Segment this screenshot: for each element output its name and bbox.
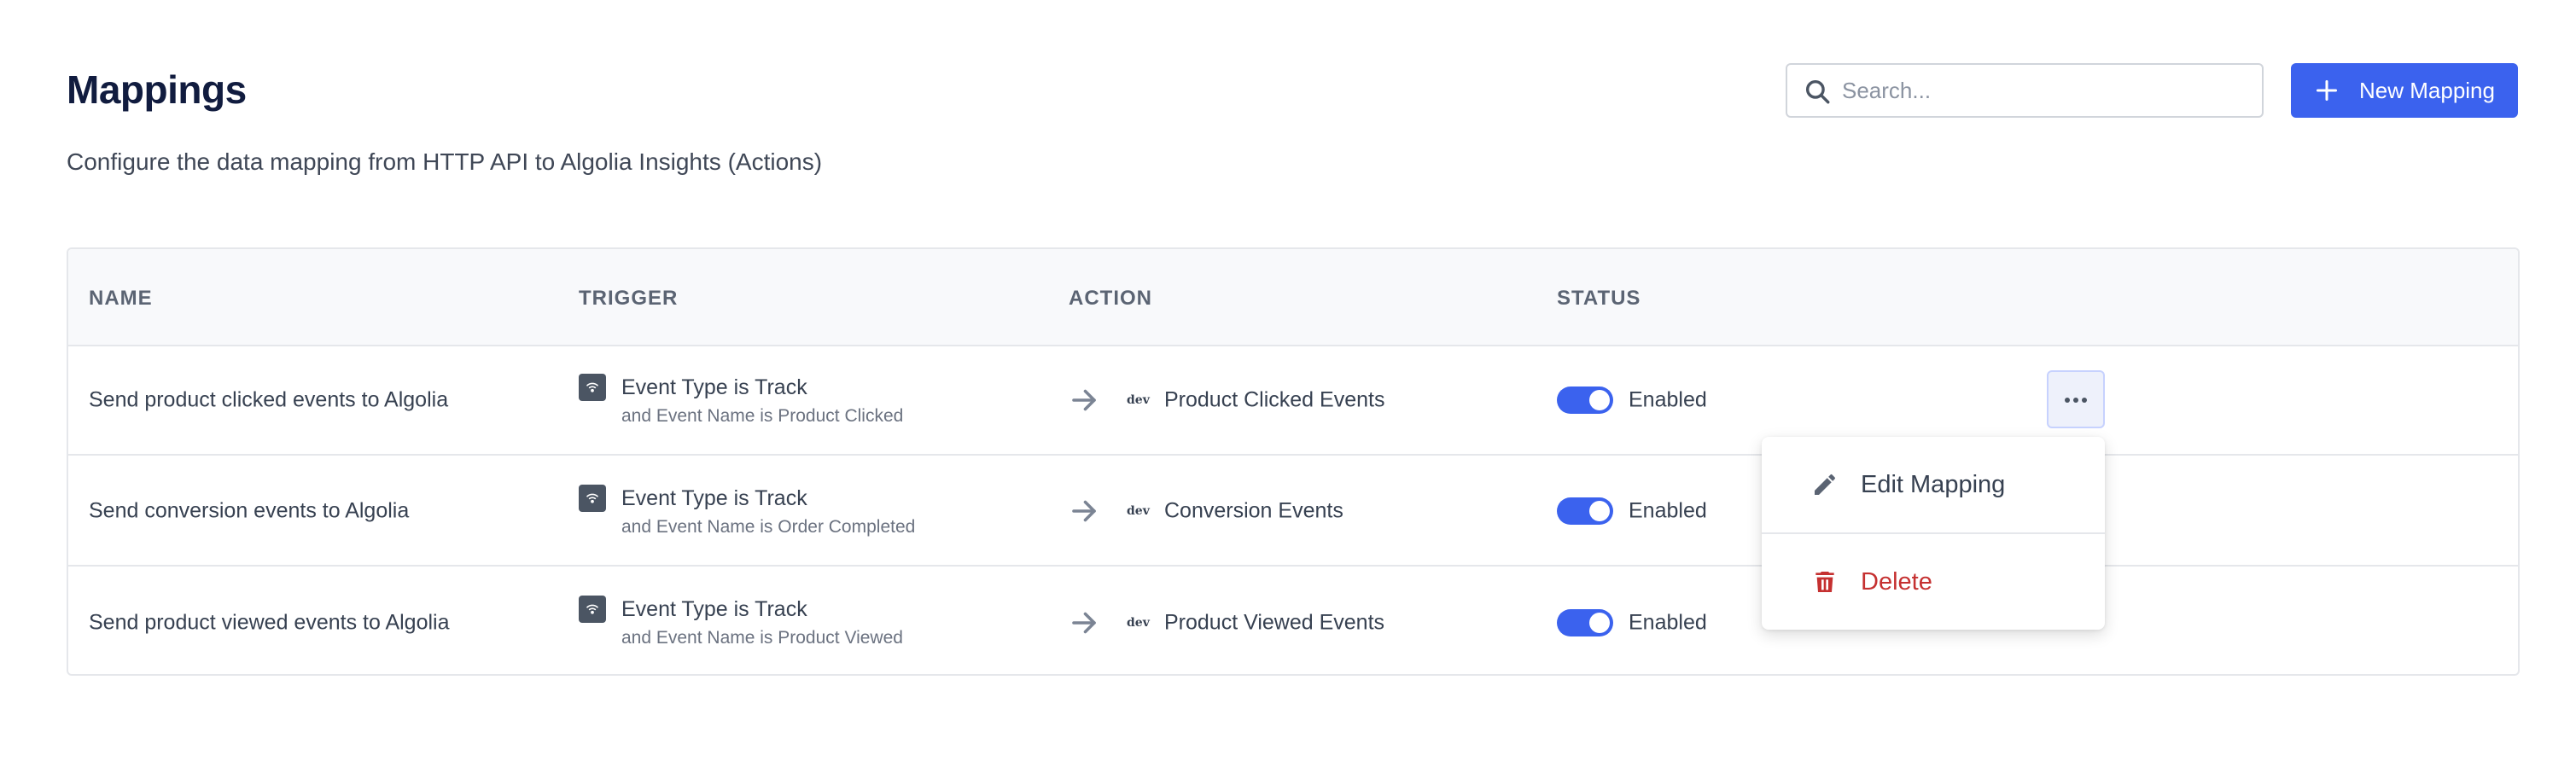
status-label: Enabled [1629,387,1707,412]
action-name: Product Viewed Events [1164,610,1385,635]
edit-mapping-label: Edit Mapping [1861,470,2006,498]
destination-logo-icon: dev [1127,393,1150,407]
edit-mapping-menu-item[interactable]: Edit Mapping [1762,437,2105,532]
action-name: Conversion Events [1164,498,1343,523]
trigger-condition: Event Type is Track [621,597,807,621]
action-name: Product Clicked Events [1164,387,1385,412]
table-row[interactable]: Send product clicked events to Algolia E… [68,346,2518,456]
arrow-right-icon [1072,500,1096,522]
table-row[interactable]: Send conversion events to Algolia Event … [68,457,2518,567]
new-mapping-button[interactable]: New Mapping [2291,63,2518,118]
mapping-name: Send product viewed events to Algolia [89,610,450,635]
table-row[interactable]: Send product viewed events to Algolia Ev… [68,568,2518,674]
wifi-icon [579,374,606,401]
trigger-condition: Event Type is Track [621,375,807,399]
search-icon [1805,79,1830,104]
status-label: Enabled [1629,610,1707,635]
delete-menu-item[interactable]: Delete [1762,534,2105,630]
trigger-condition: Event Type is Track [621,486,807,510]
toggle-knob [1589,613,1610,633]
page-subtitle: Configure the data mapping from HTTP API… [67,148,823,175]
mappings-table: NAME TRIGGER ACTION STATUS Send product … [67,247,2520,676]
more-horizontal-icon [2063,392,2089,407]
trigger-subcondition: and Event Name is Product Clicked [621,406,904,426]
trigger-subcondition: and Event Name is Product Viewed [621,628,903,648]
status-toggle[interactable] [1557,497,1613,525]
column-header-status: STATUS [1557,287,1641,310]
plus-icon [2316,79,2338,102]
arrow-right-icon [1072,612,1096,634]
mapping-name: Send product clicked events to Algolia [89,387,449,412]
status-label: Enabled [1629,498,1707,523]
page-title: Mappings [67,67,247,112]
destination-logo-icon: dev [1127,616,1150,630]
search-input[interactable] [1842,77,2262,104]
toggle-knob [1589,390,1610,410]
trash-icon [1815,572,1834,592]
arrow-right-icon [1072,389,1096,411]
toggle-knob [1589,501,1610,521]
wifi-icon [579,485,606,512]
column-header-trigger: TRIGGER [579,287,679,310]
column-header-action: ACTION [1069,287,1152,310]
row-actions-menu: Edit Mapping Delete [1762,437,2105,630]
wifi-icon [579,596,606,623]
status-toggle[interactable] [1557,609,1613,636]
trigger-subcondition: and Event Name is Order Completed [621,517,916,537]
status-toggle[interactable] [1557,386,1613,414]
mapping-name: Send conversion events to Algolia [89,498,410,523]
destination-logo-icon: dev [1127,504,1150,518]
delete-label: Delete [1861,567,1932,596]
search-box[interactable] [1786,63,2264,118]
row-actions-button[interactable] [2047,370,2105,428]
column-header-name: NAME [89,287,153,310]
new-mapping-label: New Mapping [2359,77,2495,103]
pencil-icon [1815,474,1835,495]
table-header: NAME TRIGGER ACTION STATUS [68,249,2518,346]
